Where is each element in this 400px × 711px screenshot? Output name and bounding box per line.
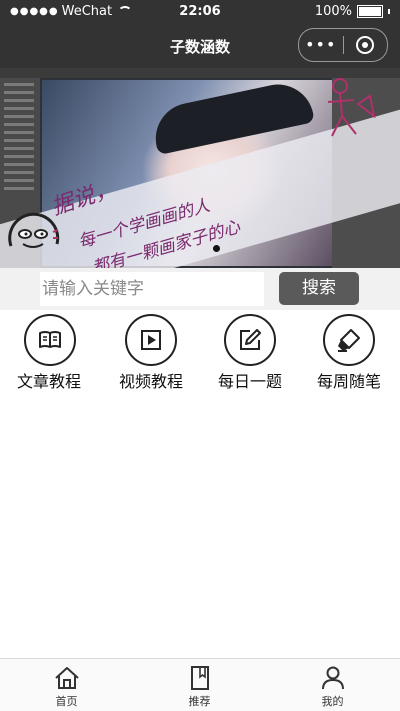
search-button[interactable]: 搜索 <box>279 272 359 305</box>
book-icon <box>39 331 61 348</box>
tab-label: 首页 <box>55 695 78 708</box>
category-icon-circle <box>323 314 375 366</box>
tab-mine[interactable]: 我的 <box>266 659 399 711</box>
edit-icon <box>240 329 261 350</box>
doodle-face-icon <box>8 212 60 248</box>
bookmark-icon <box>191 666 209 690</box>
play-icon <box>141 330 161 350</box>
carousel-indicator-dot[interactable] <box>213 245 220 252</box>
battery-percent: 100% <box>314 4 352 19</box>
mini-program-capsule: ••• <box>298 28 388 62</box>
category-daily-question[interactable]: 每日一题 <box>200 314 300 394</box>
battery-icon <box>357 5 383 18</box>
more-dots-icon[interactable]: ••• <box>299 30 343 60</box>
search-input[interactable] <box>40 272 264 306</box>
eraser-icon <box>338 329 360 352</box>
category-icon-circle <box>224 314 276 366</box>
capsule-close-icon <box>356 36 375 54</box>
battery-tip <box>388 9 390 14</box>
user-icon <box>322 666 344 690</box>
category-icon-circle <box>24 314 76 366</box>
battery-info: 100% <box>315 4 390 19</box>
tab-home[interactable]: 首页 <box>0 659 133 711</box>
category-label: 文章教程 <box>16 372 81 391</box>
category-label: 视频教程 <box>118 372 183 391</box>
category-grid: 文章教程 视频教程 每日一题 每周随笔 <box>0 314 400 394</box>
category-weekly-notes[interactable]: 每周随笔 <box>299 314 399 394</box>
doodle-figure-icon <box>327 78 376 137</box>
bottom-tab-bar: 首页 推荐 我的 <box>0 658 400 711</box>
status-bar: ●●●●● WeChat 22:06 100% <box>0 0 400 24</box>
tab-label: 我的 <box>321 695 344 708</box>
category-article-tutorials[interactable]: 文章教程 <box>0 314 100 394</box>
banner-carousel[interactable]: 据说， 每一个学画画的人 都有一颗画家子的心 <box>0 68 400 268</box>
category-label: 每日一题 <box>217 372 282 391</box>
tab-label: 推荐 <box>188 695 211 708</box>
home-icon <box>55 667 79 689</box>
search-bar: 搜索 <box>0 268 400 310</box>
category-video-tutorials[interactable]: 视频教程 <box>101 314 201 394</box>
top-bar: ●●●●● WeChat 22:06 100% 子数涵数 ••• <box>0 0 400 68</box>
capsule-close-button[interactable] <box>343 36 387 54</box>
category-label: 每周随笔 <box>316 372 381 391</box>
category-icon-circle <box>125 314 177 366</box>
tab-recommend[interactable]: 推荐 <box>133 659 266 711</box>
